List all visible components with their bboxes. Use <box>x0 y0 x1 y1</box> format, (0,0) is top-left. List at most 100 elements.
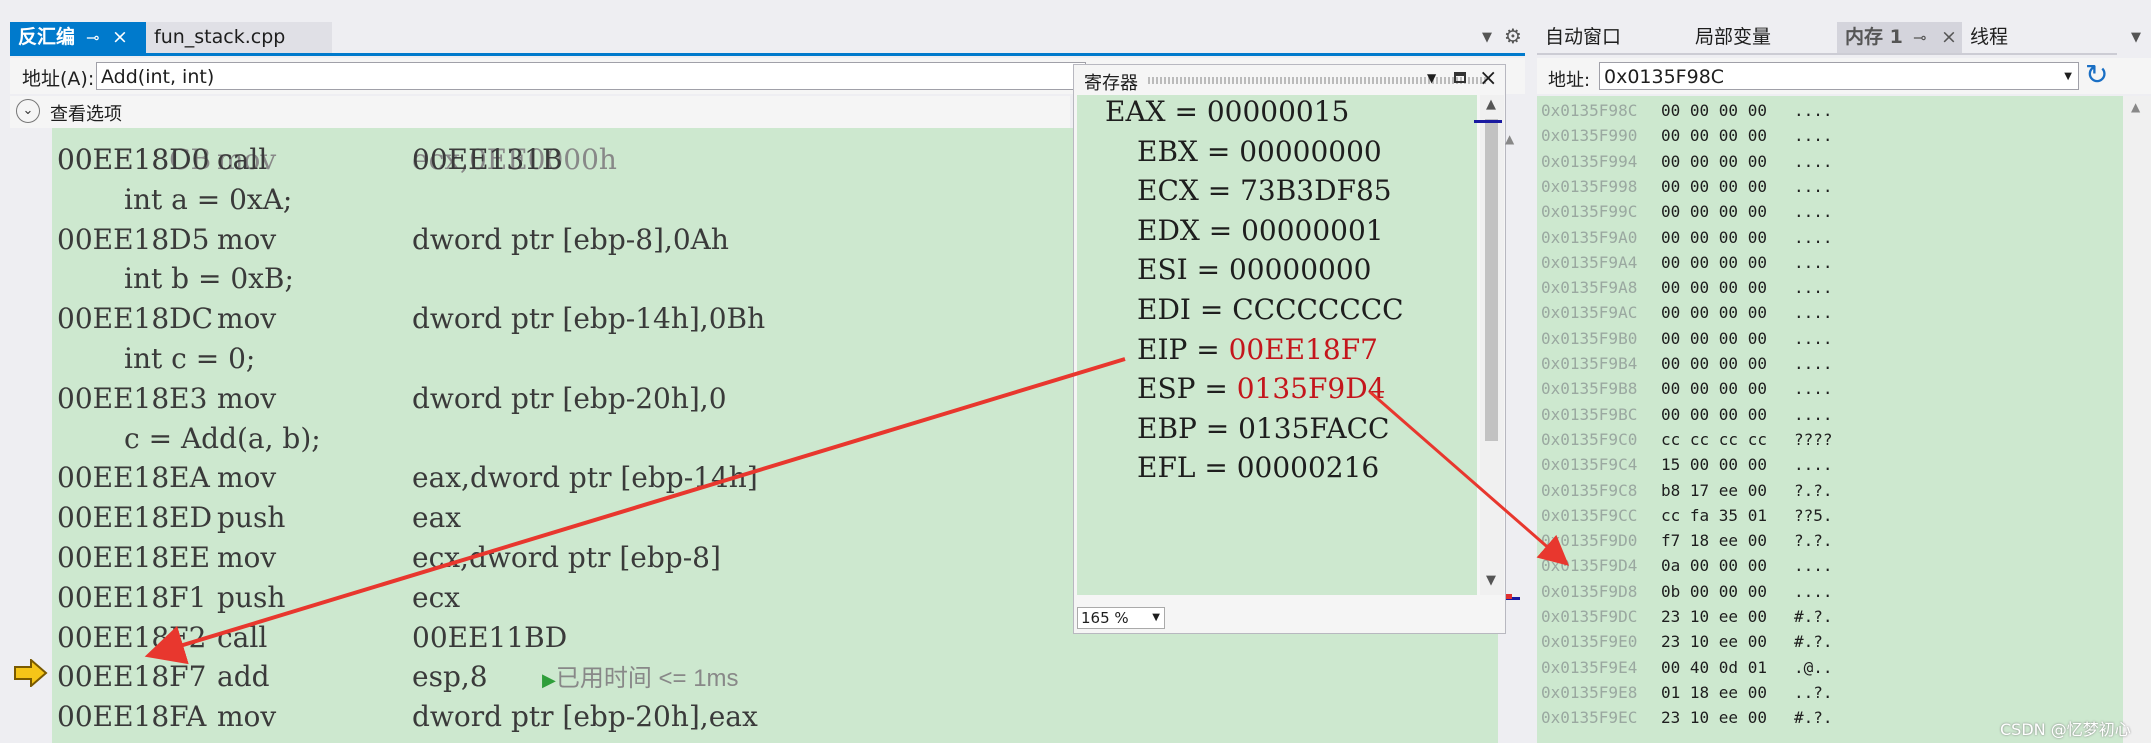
close-icon[interactable]: × <box>1479 66 1497 91</box>
memory-row[interactable]: 0x0135F9B0 00 00 00 00.... <box>1541 326 2101 351</box>
memory-row[interactable]: 0x0135F9E0 23 10 ee 00 #.?. <box>1541 629 2101 654</box>
close-icon[interactable]: × <box>112 22 128 53</box>
memory-address-value: 0x0135F98C <box>1604 66 1725 88</box>
register-row[interactable]: EBX = 00000000 <box>1137 135 1382 168</box>
memory-ascii: .... <box>1794 176 1833 196</box>
memory-row[interactable]: 0x0135F9D0 f7 18 ee 00?.?. <box>1541 528 2101 553</box>
register-row[interactable]: EAX = 00000015 <box>1105 95 1349 128</box>
memory-row[interactable]: 0x0135F994 00 00 00 00.... <box>1541 149 2101 174</box>
register-value[interactable]: 73B3DF85 <box>1240 174 1392 207</box>
memory-address: 0x0135F9E0 <box>1541 632 1638 652</box>
register-value[interactable]: 00000015 <box>1207 95 1350 128</box>
address-input[interactable]: Add(int, int) <box>96 62 1086 90</box>
tab-disassembly[interactable]: 反汇编 ⊸ × <box>10 22 146 53</box>
memory-address-row: 地址: 0x0135F98C ▼ ↻ <box>1537 58 2151 94</box>
memory-ascii: .... <box>1794 202 1833 222</box>
registers-scrollbar[interactable]: ▲ ▼ <box>1480 95 1504 595</box>
instruction-address: 00EE18EE <box>57 541 211 574</box>
memory-bytes: 00 00 00 00 <box>1661 101 1767 120</box>
tab-locals[interactable]: 局部变量 <box>1687 22 1843 53</box>
memory-ascii: .... <box>1794 328 1833 348</box>
tab-memory-1[interactable]: 内存 1 ⊸ × <box>1837 22 1975 53</box>
register-row[interactable]: ECX = 73B3DF85 <box>1137 174 1392 207</box>
register-value[interactable]: 0135FACC <box>1238 412 1389 445</box>
memory-row[interactable]: 0x0135F99C 00 00 00 00.... <box>1541 199 2101 224</box>
register-row[interactable]: EDX = 00000001 <box>1137 214 1384 247</box>
view-options-label[interactable]: 查看选项 <box>50 100 122 126</box>
memory-row[interactable]: 0x0135F9B4 00 00 00 00.... <box>1541 351 2101 376</box>
memory-row[interactable]: 0x0135F9CC cc fa 35 01 ??5. <box>1541 503 2101 528</box>
instruction-operands: dword ptr [ebp-14h],0Bh <box>412 302 766 336</box>
register-row[interactable]: EBP = 0135FACC <box>1137 412 1389 445</box>
memory-row[interactable]: 0x0135F9BC 00 00 00 00.... <box>1541 402 2101 427</box>
scroll-thumb[interactable] <box>1485 119 1498 441</box>
watermark: CSDN @忆梦初心 <box>2000 720 2131 739</box>
tab-threads[interactable]: 线程 <box>1962 22 2058 53</box>
memory-bytes: 00 00 00 00 <box>1661 151 1767 171</box>
memory-row[interactable]: 0x0135F9B8 00 00 00 00.... <box>1541 376 2101 401</box>
register-value[interactable]: 00000216 <box>1237 451 1380 484</box>
gear-icon[interactable]: ⚙ <box>1504 24 1522 48</box>
scroll-up-icon[interactable]: ▲ <box>1505 132 1514 146</box>
memory-row[interactable]: 0x0135F9DC 23 10 ee 00 #.?. <box>1541 604 2101 629</box>
memory-row[interactable]: 0x0135F9A8 00 00 00 00.... <box>1541 275 2101 300</box>
memory-bytes: 00 00 00 00 <box>1661 278 1767 298</box>
memory-row[interactable]: 0x0135F9D8 0b 00 00 00.... <box>1541 579 2101 604</box>
memory-row[interactable]: 0x0135F998 00 00 00 00.... <box>1541 174 2101 199</box>
register-value[interactable]: 00000001 <box>1241 214 1384 247</box>
zoom-value: 165 % <box>1081 609 1129 627</box>
memory-row[interactable]: 0x0135F98C 00 00 00 00.... <box>1541 98 2101 123</box>
memory-row[interactable]: 0x0135F9C0 cc cc cc cc???? <box>1541 427 2101 452</box>
register-row[interactable]: ESI = 00000000 <box>1137 253 1371 286</box>
memory-row[interactable]: 0x0135F990 00 00 00 00.... <box>1541 123 2101 148</box>
title-grip[interactable] <box>1148 77 1488 84</box>
registers-titlebar[interactable]: 寄存器 ▼ × <box>1074 65 1505 95</box>
pin-icon[interactable]: ⊸ <box>1913 22 1926 53</box>
memory-row[interactable]: 0x0135F9D4 0a 00 00 00.... <box>1541 553 2101 578</box>
memory-row[interactable]: 0x0135F9A0 00 00 00 00.... <box>1541 225 2101 250</box>
refresh-icon[interactable]: ↻ <box>2085 58 2108 91</box>
register-row[interactable]: ESP = 0135F9D4 <box>1137 372 1386 405</box>
memory-scrollbar[interactable]: ▲ <box>2123 96 2151 743</box>
pin-icon[interactable]: ⊸ <box>86 22 99 53</box>
register-value[interactable]: CCCCCCCC <box>1232 293 1403 326</box>
dropdown-icon[interactable]: ▼ <box>1427 71 1436 85</box>
memory-ascii: ?.?. <box>1794 531 1833 551</box>
memory-row[interactable]: 0x0135F9A4 00 00 00 00.... <box>1541 250 2101 275</box>
register-value[interactable]: 00000000 <box>1239 135 1382 168</box>
register-row[interactable]: EFL = 00000216 <box>1137 451 1379 484</box>
memory-row[interactable]: 0x0135F9C8 b8 17 ee 00?.?. <box>1541 478 2101 503</box>
memory-address: 0x0135F9E8 <box>1541 682 1638 702</box>
tab-autos[interactable]: 自动窗口 <box>1537 22 1693 53</box>
register-value[interactable]: 0135F9D4 <box>1237 372 1386 405</box>
registers-list: EAX = 00000015 EBX = 00000000 ECX = 73B3DF… <box>1077 95 1477 595</box>
register-name: EBP <box>1137 411 1197 445</box>
breakpoint-gutter[interactable] <box>0 128 52 743</box>
scroll-up-icon[interactable]: ▲ <box>1486 97 1496 112</box>
memory-bytes: 00 00 00 00 <box>1661 252 1767 272</box>
memory-row[interactable]: 0x0135F9E8 01 18 ee 00..?. <box>1541 680 2101 705</box>
dropdown-icon[interactable]: ▼ <box>2131 30 2141 45</box>
register-value[interactable]: 00EE18F7 <box>1229 333 1378 366</box>
memory-address: 0x0135F9A4 <box>1541 252 1638 272</box>
register-row[interactable]: EIP = 00EE18F7 <box>1137 333 1378 366</box>
scroll-up-icon[interactable]: ▲ <box>2131 100 2140 114</box>
register-value[interactable]: 00000000 <box>1229 253 1372 286</box>
memory-bytes: 00 40 0d 01 <box>1661 657 1767 677</box>
maximize-icon[interactable] <box>1454 72 1466 83</box>
dropdown-icon[interactable]: ▼ <box>1482 30 1492 45</box>
zoom-select[interactable]: 165 % ▼ <box>1077 607 1165 629</box>
close-icon[interactable]: × <box>1941 22 1957 53</box>
register-equals: = <box>1196 411 1239 445</box>
memory-address: 0x0135F9D4 <box>1541 556 1638 576</box>
register-row[interactable]: EDI = CCCCCCCC <box>1137 293 1404 326</box>
tab-label: fun_stack.cpp <box>154 26 286 48</box>
perf-tip[interactable]: ▶已用时间 <= 1ms <box>542 659 739 700</box>
memory-row[interactable]: 0x0135F9AC 00 00 00 00.... <box>1541 300 2101 325</box>
scroll-down-icon[interactable]: ▼ <box>1486 573 1496 588</box>
memory-row[interactable]: 0x0135F9E4 00 40 0d 01 .@.. <box>1541 655 2101 680</box>
memory-address-input[interactable]: 0x0135F98C ▼ <box>1599 62 2079 90</box>
memory-row[interactable]: 0x0135F9C4 15 00 00 00.... <box>1541 452 2101 477</box>
tab-fun-stack-cpp[interactable]: fun_stack.cpp <box>146 22 332 53</box>
chevron-down-icon[interactable]: ⌄ <box>16 99 40 123</box>
